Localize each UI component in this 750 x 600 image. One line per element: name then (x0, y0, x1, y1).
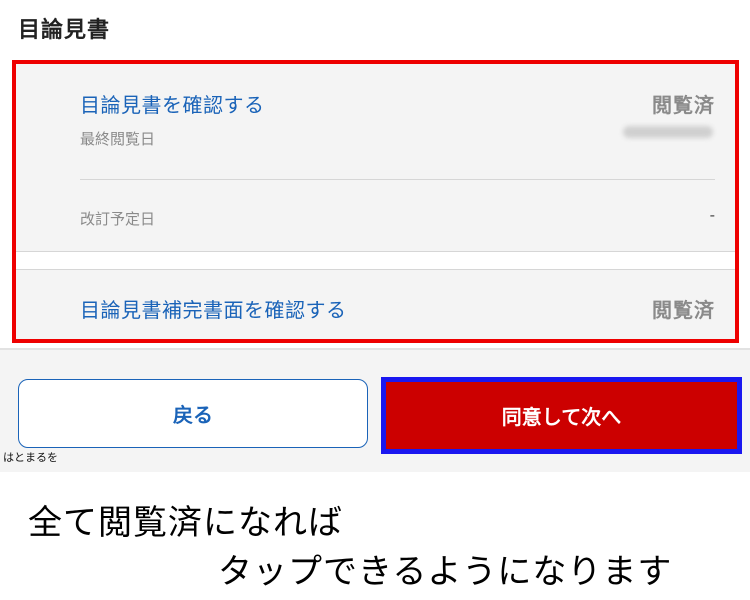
revision-date-value: - (709, 206, 715, 224)
list-separator (16, 252, 735, 270)
confirm-supplement-link[interactable]: 目論見書補完書面を確認する (80, 294, 347, 323)
confirm-prospectus-link[interactable]: 目論見書を確認する (80, 89, 265, 118)
document-list-panel: 目論見書を確認する 閲覧済 最終閲覧日 改訂予定日 - 目論見書補完書面を確認す… (12, 60, 739, 343)
caption-line-1: 全て閲覧済になれば (28, 503, 343, 543)
page: 目論見書 目論見書を確認する 閲覧済 最終閲覧日 改訂予定日 - 目論見書補完書… (0, 0, 750, 600)
document-item-supplement: 目論見書補完書面を確認する 閲覧済 (16, 270, 735, 339)
agree-next-button[interactable]: 同意して次へ (386, 382, 737, 449)
document-item-prospectus: 目論見書を確認する 閲覧済 最終閲覧日 改訂予定日 - (16, 64, 735, 252)
next-button-highlight: 同意して次へ (381, 377, 742, 454)
back-button[interactable]: 戻る (18, 379, 368, 448)
caption-line-2: タップできるようになります (218, 552, 673, 592)
supplement-viewed-status: 閲覧済 (652, 298, 715, 322)
action-bar: 戻る 同意して次へ はとまるを (0, 348, 750, 472)
prospectus-viewed-status: 閲覧済 (652, 93, 715, 117)
divider (80, 179, 715, 180)
section-title: 目論見書 (18, 18, 111, 43)
last-viewed-label: 最終閲覧日 (80, 130, 156, 148)
last-viewed-date-blurred (623, 126, 713, 138)
revision-date-label: 改訂予定日 (80, 210, 156, 228)
watermark-text: はとまるを (3, 451, 58, 464)
